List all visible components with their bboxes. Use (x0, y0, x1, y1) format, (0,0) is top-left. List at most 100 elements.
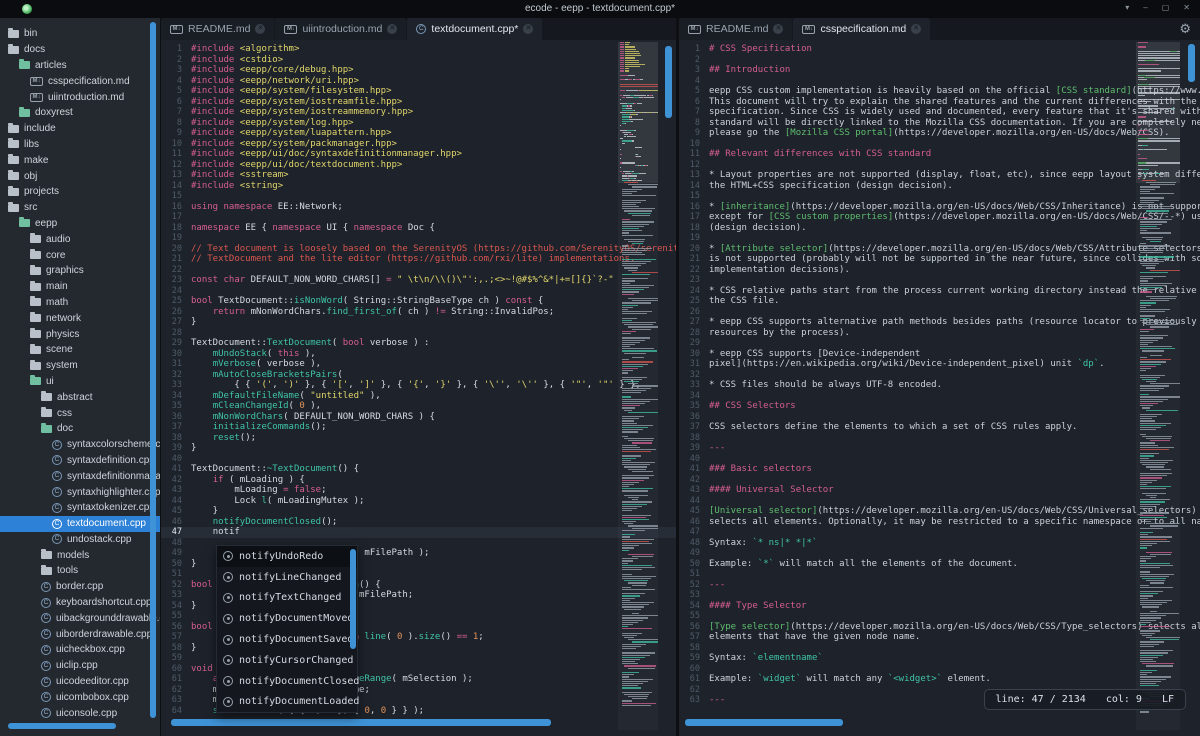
sidebar-vertical-scrollbar[interactable] (150, 22, 156, 718)
code-line[interactable]: 35## CSS Selectors (679, 401, 1200, 412)
tab-close-icon[interactable]: ✕ (773, 24, 783, 34)
code-line[interactable]: 44 Lock l( mLoadingMutex ); (161, 496, 676, 507)
file-tree[interactable]: bindocsarticlesM↓csspecification.mdM↓uii… (0, 18, 160, 736)
tree-item-border.cpp[interactable]: Cborder.cpp (0, 579, 160, 595)
code-line[interactable]: 22implementation decisions). (679, 265, 1200, 276)
code-line[interactable]: 5#include <eepp/system/filesystem.hpp> (161, 86, 676, 97)
code-line[interactable]: 1# CSS Specification (679, 44, 1200, 55)
tree-item-obj[interactable]: obj (0, 168, 160, 184)
tree-item-uibackgrounddrawable.cpp[interactable]: Cuibackgrounddrawable.cpp (0, 610, 160, 626)
code-line[interactable]: 14the HTML+CSS specification (design dec… (679, 181, 1200, 192)
code-line[interactable]: 7specification. Since CSS is widely used… (679, 107, 1200, 118)
code-line[interactable]: 24 (161, 286, 676, 297)
tree-item-textdocument.cpp[interactable]: Ctextdocument.cpp (0, 516, 160, 532)
code-line[interactable]: 6This document will try to explain the s… (679, 97, 1200, 108)
code-line[interactable]: 27} (161, 317, 676, 328)
tree-item-physics[interactable]: physics (0, 326, 160, 342)
code-line[interactable]: 59Syntax: `elementname` (679, 653, 1200, 664)
code-line[interactable]: 36 (679, 412, 1200, 423)
tree-item-uicodeeditor.cpp[interactable]: Cuicodeeditor.cpp (0, 674, 160, 690)
code-line[interactable]: 24* CSS relative paths start from the pr… (679, 286, 1200, 297)
code-line[interactable]: 47 (679, 527, 1200, 538)
code-line[interactable]: 4 (679, 76, 1200, 87)
code-line[interactable]: 17 (161, 212, 676, 223)
code-line[interactable]: 34 (679, 391, 1200, 402)
code-line[interactable]: 13* Layout properties are not supported … (679, 170, 1200, 181)
code-line[interactable]: 30* eepp CSS supports [Device-independen… (679, 349, 1200, 360)
tree-item-syntaxhighlighter.cpp[interactable]: Csyntaxhighlighter.cpp (0, 484, 160, 500)
code-line[interactable]: 28resources by the process). (679, 328, 1200, 339)
code-line[interactable]: 32 mAutoCloseBracketsPairs( (161, 370, 676, 381)
tree-item-uiborderdrawable.cpp[interactable]: Cuiborderdrawable.cpp (0, 626, 160, 642)
tab-README.md[interactable]: M↓README.md✕ (161, 18, 274, 40)
code-line[interactable]: 52--- (679, 580, 1200, 591)
menu-caret-icon[interactable]: ▾ (1125, 3, 1129, 12)
code-line[interactable]: 9please go the [Mozilla CSS portal](http… (679, 128, 1200, 139)
code-line[interactable]: 18(design decision). (679, 223, 1200, 234)
code-line[interactable]: 26 (679, 307, 1200, 318)
tree-item-math[interactable]: math (0, 295, 160, 311)
code-editor-right[interactable]: 1# CSS Specification23## Introduction45e… (679, 40, 1200, 736)
tree-item-keyboardshortcut.cpp[interactable]: Ckeyboardshortcut.cpp (0, 595, 160, 611)
code-line[interactable]: 9#include <eepp/system/luapattern.hpp> (161, 128, 676, 139)
code-line[interactable]: 49 (679, 548, 1200, 559)
code-line[interactable]: 54#### Type Selector (679, 601, 1200, 612)
code-line[interactable]: 36 mNonWordChars( DEFAULT_NON_WORD_CHARS… (161, 412, 676, 423)
code-editor-left[interactable]: 1#include <algorithm>2#include <cstdio>3… (161, 40, 676, 736)
code-line[interactable]: 43 mLoading = false; (161, 485, 676, 496)
tree-item-articles[interactable]: articles (0, 58, 160, 74)
tab-close-icon[interactable]: ✕ (911, 24, 921, 34)
code-line[interactable]: 7#include <eepp/system/iostreammemory.hp… (161, 107, 676, 118)
tab-csspecification.md[interactable]: M↓csspecification.md✕ (793, 18, 930, 40)
code-line[interactable]: 48Syntax: `* ns|* *|*` (679, 538, 1200, 549)
code-line[interactable]: 20* [Attribute selector](https://develop… (679, 244, 1200, 255)
code-line[interactable]: 10 (679, 139, 1200, 150)
code-line[interactable]: 38 (679, 433, 1200, 444)
code-line[interactable]: 10#include <eepp/system/packmanager.hpp> (161, 139, 676, 150)
code-line[interactable]: 25the CSS file. (679, 296, 1200, 307)
autocomplete-scrollbar[interactable] (350, 549, 356, 649)
tree-item-models[interactable]: models (0, 547, 160, 563)
tree-item-uicheckbox.cpp[interactable]: Cuicheckbox.cpp (0, 642, 160, 658)
tree-item-eepp[interactable]: eepp (0, 216, 160, 232)
code-line[interactable]: 26 return mNonWordChars.find_first_of( c… (161, 307, 676, 318)
tree-item-libs[interactable]: libs (0, 137, 160, 153)
code-line[interactable]: 23const char DEFAULT_NON_WORD_CHARS[] = … (161, 275, 676, 286)
tree-item-abstract[interactable]: abstract (0, 389, 160, 405)
tree-item-system[interactable]: system (0, 358, 160, 374)
autocomplete-item[interactable]: notifyCursorChanged (217, 650, 357, 671)
code-line[interactable]: 58 (679, 643, 1200, 654)
code-line[interactable]: 17except for [CSS custom properties](htt… (679, 212, 1200, 223)
code-line[interactable]: 39} (161, 443, 676, 454)
code-line[interactable]: 45[Universal selector](https://developer… (679, 506, 1200, 517)
settings-gear-icon[interactable]: ⚙ (1179, 21, 1191, 37)
close-icon[interactable]: ✕ (1183, 3, 1190, 12)
code-line[interactable]: 20// Text document is loosely based on t… (161, 244, 676, 255)
code-line[interactable]: 31 mVerbose( verbose ), (161, 359, 676, 370)
tree-item-uiclip.cpp[interactable]: Cuiclip.cpp (0, 658, 160, 674)
tree-item-main[interactable]: main (0, 279, 160, 295)
code-line[interactable]: 2 (679, 55, 1200, 66)
code-line[interactable]: 4#include <eepp/network/uri.hpp> (161, 76, 676, 87)
code-line[interactable]: 3#include <eepp/core/debug.hpp> (161, 65, 676, 76)
autocomplete-item[interactable]: notifyLineChanged (217, 567, 357, 588)
code-line[interactable]: 57elements that have the given node name… (679, 632, 1200, 643)
sidebar-horizontal-scrollbar[interactable] (8, 723, 116, 729)
code-line[interactable]: 21is not supported (probably will not be… (679, 254, 1200, 265)
code-line[interactable]: 46selects all elements. Optionally, it m… (679, 517, 1200, 528)
code-line[interactable]: 19 (161, 233, 676, 244)
tree-item-projects[interactable]: projects (0, 184, 160, 200)
code-line[interactable]: 38 reset(); (161, 433, 676, 444)
code-line[interactable]: 56[Type selector](https://developer.mozi… (679, 622, 1200, 633)
minimap-left[interactable] (618, 42, 658, 730)
autocomplete-item[interactable]: notifyTextChanged (217, 588, 357, 609)
tree-item-uicombobox.cpp[interactable]: Cuicombobox.cpp (0, 689, 160, 705)
code-line[interactable]: 39--- (679, 443, 1200, 454)
code-line[interactable]: 33 { { '(', ')' }, { '[', ']' }, { '{', … (161, 380, 676, 391)
code-line[interactable]: 40 (161, 454, 676, 465)
code-line[interactable]: 15 (679, 191, 1200, 202)
code-line[interactable]: 37CSS selectors define the elements to w… (679, 422, 1200, 433)
code-line[interactable]: 55 (679, 611, 1200, 622)
code-line[interactable]: 44 (679, 496, 1200, 507)
tree-item-syntaxdefinition.cpp[interactable]: Csyntaxdefinition.cpp (0, 453, 160, 469)
